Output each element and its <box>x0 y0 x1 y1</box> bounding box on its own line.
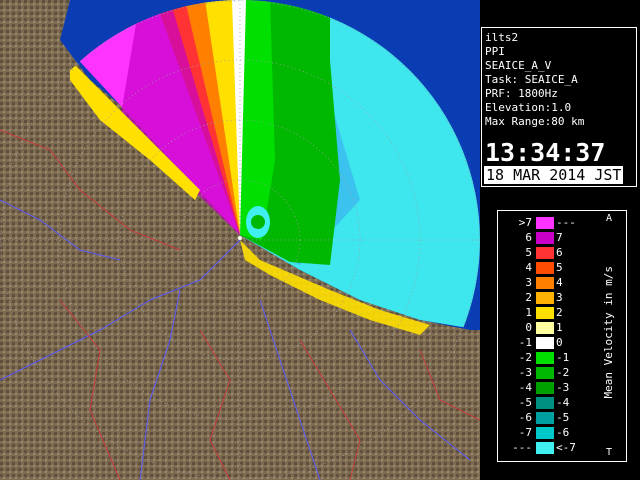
legend-swatch <box>536 382 554 394</box>
prf-value: PRF: 1800Hz <box>485 87 558 100</box>
legend-upper-bound: --- <box>556 216 576 229</box>
legend-lower-bound: -1 <box>518 336 532 349</box>
legend-swatch <box>536 367 554 379</box>
legend-upper-bound: 4 <box>556 276 563 289</box>
scan-type: PPI <box>485 45 505 58</box>
max-range-value: Max Range:80 km <box>485 115 585 128</box>
legend-lower-bound: -3 <box>518 366 532 379</box>
legend-lower-bound: -4 <box>518 381 532 394</box>
legend-lower-bound: --- <box>512 441 532 454</box>
legend-upper-bound: -6 <box>556 426 570 439</box>
legend-lower-bound: 4 <box>525 261 532 274</box>
task-name: Task: SEAICE_A <box>485 73 578 86</box>
scan-time: 13:34:37 <box>485 138 606 167</box>
legend-upper-bound: -5 <box>556 411 570 424</box>
scan-date: 18 MAR 2014 JST <box>484 166 624 184</box>
legend-swatch <box>536 217 554 229</box>
elevation-value: Elevation:1.0 <box>485 101 572 114</box>
legend-swatch <box>536 442 554 454</box>
legend-swatch <box>536 292 554 304</box>
legend-upper-bound: <-7 <box>556 441 576 454</box>
velocity-color-legend: A Mean Velocity in m/s T >7 --- 6 7 5 6 4 5 3 4 2 3… <box>497 210 627 462</box>
legend-bottom-glyph: T <box>606 447 613 458</box>
legend-upper-bound: 6 <box>556 246 563 259</box>
legend-swatch <box>536 247 554 259</box>
legend-lower-bound: >7 <box>518 216 532 229</box>
legend-swatch <box>536 352 554 364</box>
radar-ppi-display <box>0 0 480 480</box>
legend-lower-bound: 0 <box>525 321 532 334</box>
legend-upper-bound: -1 <box>556 351 570 364</box>
scan-info-panel: ilts2 PPI SEAICE_A_V Task: SEAICE_A PRF:… <box>481 27 637 187</box>
legend-lower-bound: -6 <box>518 411 532 424</box>
legend-top-glyph: A <box>606 213 613 224</box>
legend-upper-bound: 2 <box>556 306 563 319</box>
station-name: ilts2 <box>485 31 519 44</box>
legend-swatch <box>536 322 554 334</box>
legend-lower-bound: -2 <box>518 351 532 364</box>
legend-swatch <box>536 307 554 319</box>
legend-swatch <box>536 277 554 289</box>
legend-swatch <box>536 337 554 349</box>
legend-swatch <box>536 397 554 409</box>
legend-lower-bound: 5 <box>525 246 532 259</box>
legend-upper-bound: -2 <box>556 366 570 379</box>
legend-unit-label: Mean Velocity in m/s <box>602 266 615 399</box>
product-name: SEAICE_A_V <box>485 59 552 72</box>
legend-lower-bound: -7 <box>518 426 532 439</box>
legend-upper-bound: 0 <box>556 336 563 349</box>
legend-upper-bound: 3 <box>556 291 563 304</box>
legend-swatch <box>536 232 554 244</box>
radar-site-marker <box>238 236 242 240</box>
legend-lower-bound: 3 <box>525 276 532 289</box>
legend-swatch <box>536 427 554 439</box>
legend-swatch <box>536 262 554 274</box>
legend-upper-bound: 1 <box>556 321 563 334</box>
legend-lower-bound: 1 <box>525 306 532 319</box>
legend-swatch <box>536 412 554 424</box>
legend-upper-bound: 5 <box>556 261 563 274</box>
legend-lower-bound: 6 <box>525 231 532 244</box>
legend-upper-bound: -3 <box>556 381 570 394</box>
legend-lower-bound: 2 <box>525 291 532 304</box>
legend-lower-bound: -5 <box>518 396 532 409</box>
legend-upper-bound: -4 <box>556 396 570 409</box>
legend-upper-bound: 7 <box>556 231 563 244</box>
